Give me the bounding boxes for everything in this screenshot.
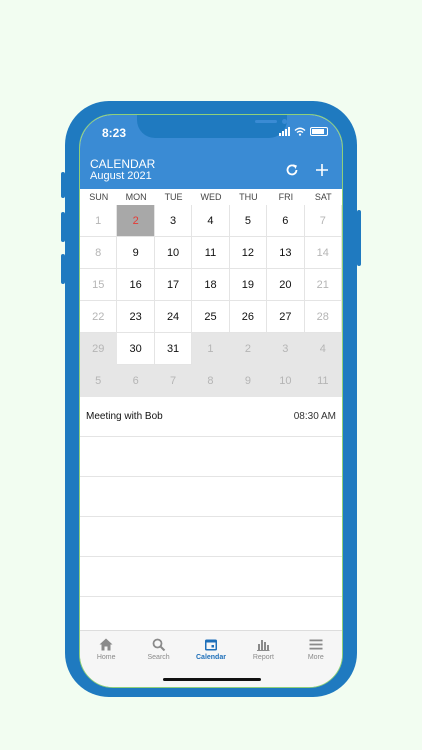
empty-row [80,437,342,477]
page-title: CALENDAR [90,157,156,171]
signal-icon [279,127,290,136]
tab-label: Home [96,654,116,661]
event-title: Meeting with Bob [86,411,163,422]
weekday-label: FRI [278,192,294,202]
app-screen: 8:23 CALENDAR August 2021 SUN MON TUE WE… [79,114,343,688]
calendar-day[interactable]: 26 [229,301,268,333]
calendar-day[interactable]: 25 [192,301,230,333]
empty-row [80,517,342,557]
notch [137,115,287,138]
calendar-day[interactable]: 11 [192,237,230,269]
calendar-day[interactable]: 9 [117,237,155,269]
tab-more[interactable]: More [290,631,342,687]
calendar-day-next-month[interactable]: 2 [229,333,268,365]
app-header: CALENDAR August 2021 [80,155,342,189]
menu-icon [309,639,323,650]
calendar-day-next-month[interactable]: 1 [192,333,230,365]
calendar-day[interactable]: 15 [80,269,118,301]
calendar-day[interactable]: 14 [304,237,342,269]
calendar-day-selected[interactable]: 2 [117,205,155,237]
calendar-day[interactable]: 31 [154,333,193,365]
calendar-day[interactable]: 8 [80,237,118,269]
calendar-day-next-month[interactable]: 10 [267,365,305,397]
battery-icon [310,127,328,136]
calendar-day[interactable]: 1 [80,205,118,237]
calendar-day-next-month[interactable]: 11 [304,365,342,397]
bar-chart-icon [257,640,270,651]
phone-power-button [357,210,361,266]
calendar-day[interactable]: 12 [229,237,268,269]
calendar-day[interactable]: 23 [117,301,155,333]
calendar-day[interactable]: 16 [117,269,155,301]
status-bar: 8:23 [80,115,342,155]
calendar-day[interactable]: 6 [267,205,305,237]
weekday-label: TUE [164,192,183,202]
calendar-day[interactable]: 3 [154,205,193,237]
event-time: 08:30 AM [293,411,336,422]
calendar-day[interactable]: 17 [154,269,193,301]
tab-label: More [307,654,324,661]
calendar-day[interactable]: 20 [267,269,305,301]
home-icon [99,638,113,651]
calendar-icon [204,639,217,651]
tab-label: Report [252,654,274,661]
home-indicator [163,678,261,681]
calendar-day[interactable]: 10 [154,237,193,269]
calendar-day[interactable]: 28 [304,301,342,333]
weekday-header: SUN MON TUE WED THU FRI SAT [80,189,342,205]
calendar-day-next-month[interactable]: 5 [80,365,118,397]
calendar-day[interactable]: 18 [192,269,230,301]
refresh-button[interactable] [282,160,302,180]
event-list: Meeting with Bob 08:30 AM [80,397,342,637]
calendar-day[interactable]: 22 [80,301,118,333]
speaker [255,120,277,123]
weekday-label: WED [200,192,222,202]
calendar-day[interactable]: 30 [117,333,155,365]
calendar-day[interactable]: 21 [304,269,342,301]
tab-label: Calendar [196,654,226,661]
calendar-day[interactable]: 19 [229,269,268,301]
calendar-day[interactable]: 24 [154,301,193,333]
calendar-day[interactable]: 29 [80,333,118,365]
calendar-day-next-month[interactable]: 4 [304,333,342,365]
wifi-icon [294,127,306,136]
calendar-day-next-month[interactable]: 6 [117,365,155,397]
month-label: August 2021 [90,170,152,182]
calendar-day-next-month[interactable]: 3 [267,333,305,365]
calendar-day-next-month[interactable]: 9 [229,365,268,397]
refresh-icon [286,164,298,176]
plus-icon [316,164,328,176]
calendar-day[interactable]: 5 [229,205,268,237]
status-time: 8:23 [102,126,127,140]
weekday-label: SAT [314,192,332,202]
empty-row [80,477,342,517]
calendar-day[interactable]: 13 [267,237,305,269]
calendar-grid: 1 2 3 4 5 6 7 8 9 10 11 12 13 14 15 16 1… [80,205,342,397]
camera [282,119,287,124]
tab-home[interactable]: Home [80,631,132,687]
event-item[interactable]: Meeting with Bob 08:30 AM [80,397,342,437]
calendar-day[interactable]: 7 [304,205,342,237]
status-icons [279,127,328,136]
weekday-label: SUN [89,192,109,202]
add-event-button[interactable] [312,160,332,180]
calendar-day[interactable]: 27 [267,301,305,333]
weekday-label: MON [125,192,147,202]
weekday-label: THU [239,192,258,202]
calendar-day-next-month[interactable]: 8 [192,365,230,397]
tab-label: Search [147,654,170,661]
calendar-day-next-month[interactable]: 7 [154,365,193,397]
empty-row [80,557,342,597]
calendar-day[interactable]: 4 [192,205,230,237]
search-icon [152,638,165,651]
